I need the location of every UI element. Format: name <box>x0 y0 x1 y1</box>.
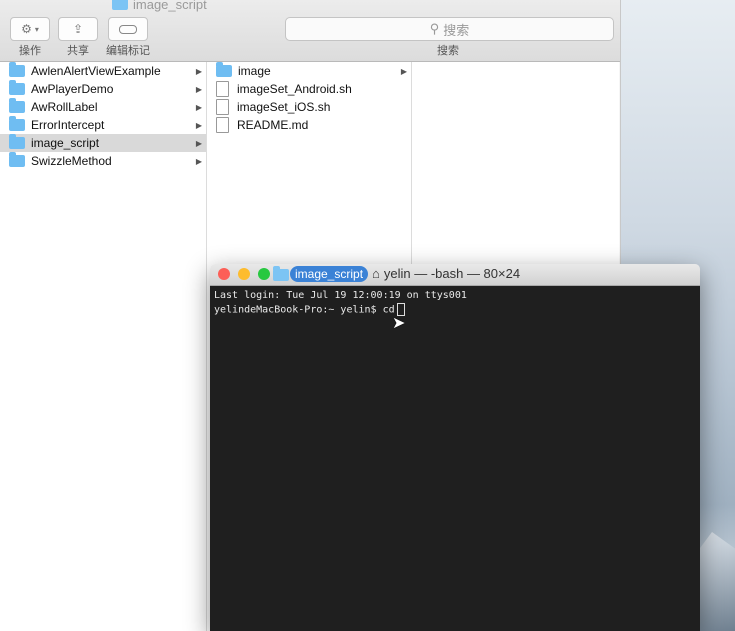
finder-toolbar: image_script ⚙ ▾ 操作 ⇪ 共享 编辑标记 ⚲ 搜索 搜索 <box>0 0 620 62</box>
share-label: 共享 <box>67 45 89 57</box>
column-2-item-label: imageSet_Android.sh <box>237 82 352 96</box>
document-icon <box>216 81 229 97</box>
disclosure-arrow-icon: ▶ <box>195 156 202 166</box>
terminal-titlebar[interactable]: image_script ⌂ yelin — -bash — 80×24 <box>210 264 700 286</box>
column-1-item-label: AwRollLabel <box>31 100 98 114</box>
column-2-item-label: image <box>238 64 271 78</box>
folder-icon <box>9 98 25 113</box>
disclosure-arrow-icon: ▶ <box>400 66 407 76</box>
folder-icon <box>9 80 25 95</box>
share-button[interactable]: ⇪ <box>58 17 98 41</box>
disclosure-arrow-icon: ▶ <box>195 138 202 148</box>
disclosure-arrow-icon: ▶ <box>195 120 202 130</box>
column-1-item[interactable]: ErrorIntercept ▶ <box>0 116 206 134</box>
search-input[interactable]: ⚲ 搜索 <box>285 17 614 41</box>
disclosure-arrow-icon: ▶ <box>195 102 202 112</box>
folder-icon <box>9 134 25 149</box>
column-2-item[interactable]: imageSet_Android.sh <box>207 80 411 98</box>
document-icon <box>216 117 229 133</box>
dragged-folder-icon <box>273 266 289 281</box>
column-1-item[interactable]: AwlenAlertViewExample ▶ <box>0 62 206 80</box>
terminal-title: ⌂ yelin — -bash — 80×24 <box>372 266 521 281</box>
column-1-item-label: AwlenAlertViewExample <box>31 64 161 78</box>
mouse-pointer-icon: ➤ <box>392 315 406 332</box>
close-button[interactable] <box>218 268 230 280</box>
column-1-item-label: image_script <box>31 136 100 150</box>
folder-icon <box>9 62 25 77</box>
action-label: 操作 <box>19 45 41 57</box>
column-1-item[interactable]: image_script ▶ <box>0 134 206 152</box>
folder-icon <box>216 62 232 77</box>
column-1-item[interactable]: AwRollLabel ▶ <box>0 98 206 116</box>
home-icon: ⌂ <box>372 266 380 281</box>
share-icon: ⇪ <box>72 22 84 36</box>
column-1: AwlenAlertViewExample ▶ AwPlayerDemo ▶ AwRol… <box>0 62 207 631</box>
column-1-item-label: ErrorIntercept <box>31 118 105 132</box>
column-2-item-label: imageSet_iOS.sh <box>237 100 331 114</box>
folder-icon <box>9 116 25 131</box>
column-1-item[interactable]: AwPlayerDemo ▶ <box>0 80 206 98</box>
folder-icon <box>9 152 25 167</box>
tags-label: 编辑标记 <box>106 45 150 57</box>
column-2-item-label: README.md <box>237 118 309 132</box>
window-title: image_script <box>112 0 207 12</box>
dragged-item-label: image_script <box>290 266 369 282</box>
search-label: 搜索 <box>437 45 459 57</box>
gear-icon: ⚙ <box>21 22 32 36</box>
tag-icon <box>119 24 137 34</box>
terminal-line-1: Last login: Tue Jul 19 12:00:19 on ttys0… <box>214 290 467 301</box>
column-2-item[interactable]: imageSet_iOS.sh <box>207 98 411 116</box>
terminal-line-2: yelindeMacBook-Pro:~ yelin$ cd <box>214 303 696 318</box>
disclosure-arrow-icon: ▶ <box>195 66 202 76</box>
column-2-item[interactable]: README.md <box>207 116 411 134</box>
search-icon: ⚲ <box>429 21 440 36</box>
folder-icon <box>112 0 128 10</box>
terminal-screen[interactable]: Last login: Tue Jul 19 12:00:19 on ttys0… <box>210 286 700 631</box>
column-1-item[interactable]: SwizzleMethod ▶ <box>0 152 206 170</box>
zoom-button[interactable] <box>258 268 270 280</box>
document-icon <box>216 99 229 115</box>
terminal-window: image_script ⌂ yelin — -bash — 80×24 Las… <box>210 264 700 631</box>
chevron-down-icon: ▾ <box>34 24 39 34</box>
minimize-button[interactable] <box>238 268 250 280</box>
column-1-item-label: AwPlayerDemo <box>31 82 114 96</box>
column-2-item[interactable]: image ▶ <box>207 62 411 80</box>
action-button[interactable]: ⚙ ▾ <box>10 17 50 41</box>
column-1-item-label: SwizzleMethod <box>31 154 112 168</box>
tags-button[interactable] <box>108 17 148 41</box>
disclosure-arrow-icon: ▶ <box>195 84 202 94</box>
